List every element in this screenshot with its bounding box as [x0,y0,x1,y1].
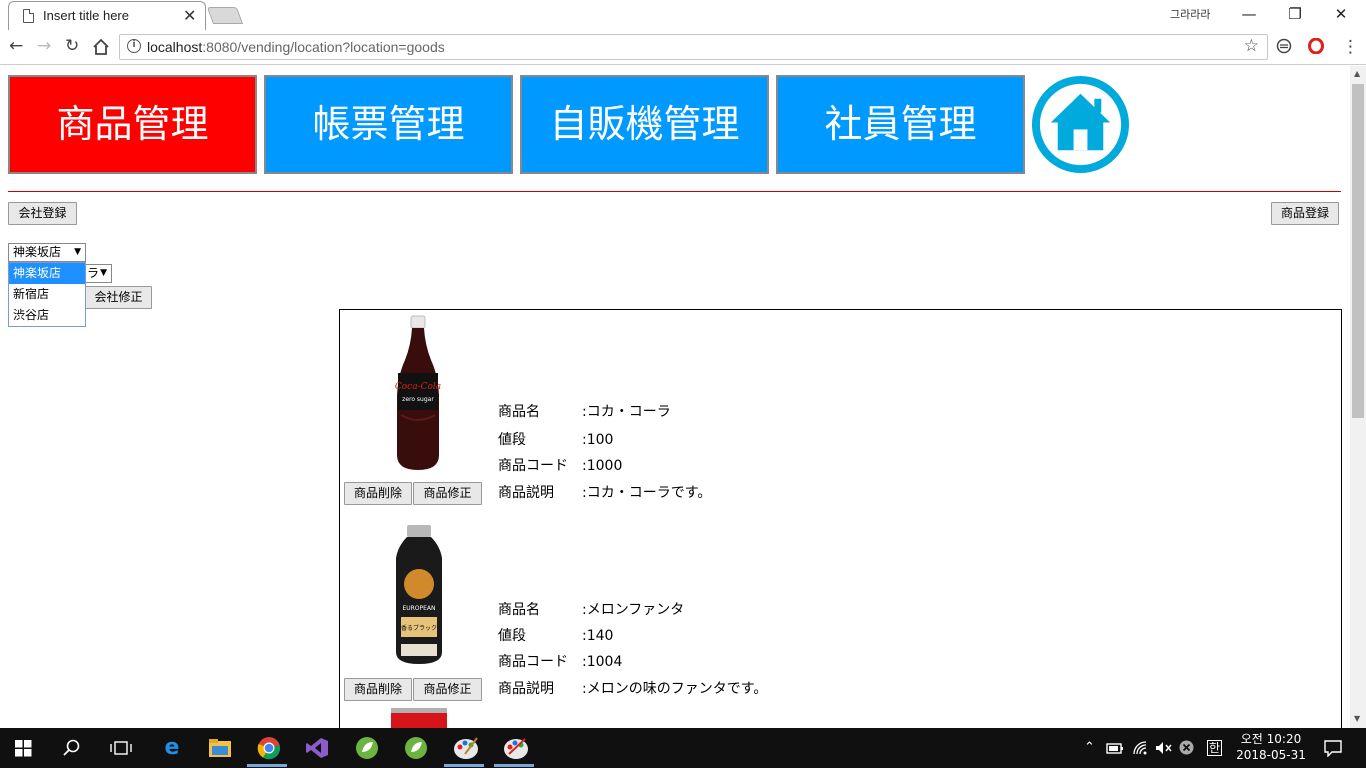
goods-image [391,708,447,728]
svg-text:Coca-Cola: Coca-Cola [395,382,441,392]
goods-delete-button[interactable]: 商品削除 [344,482,412,505]
home-button-icon[interactable] [1031,75,1130,174]
scrollbar-thumb[interactable] [1352,84,1364,418]
goods-price-row: 値段:100 [498,432,614,448]
battery-icon[interactable] [1106,741,1124,755]
store-select[interactable]: 神楽坂店 ▼ [8,243,86,262]
svg-text:香るブラック: 香るブラック [401,624,437,632]
new-tab-button[interactable] [206,7,244,24]
goods-code-row: 商品コード:1004 [498,654,623,670]
goods-list: Coca-Cola zero sugar 商品削除 商品修正 商品名:コカ・コー… [339,309,1342,728]
ime-indicator[interactable]: 한 [1207,740,1223,756]
goods-edit-button[interactable]: 商品修正 [413,482,482,505]
goods-name-row: 商品名:コカ・コーラ [498,404,671,420]
goods-image: EUROPEAN 香るブラック [396,525,442,664]
nav-report-management[interactable]: 帳票管理 [264,75,513,174]
browser-titlebar: Insert title here ✕ 그라라라 — ❐ ✕ [0,0,1366,30]
page-icon [23,9,34,23]
bookmark-star-icon[interactable]: ☆ [1244,36,1259,56]
spring-tool-icon-2[interactable] [404,736,428,760]
chrome-icon[interactable] [257,736,281,760]
svg-text:EUROPEAN: EUROPEAN [402,605,435,612]
company-edit-button[interactable]: 会社修正 [85,286,152,309]
running-app-indicator [444,764,484,767]
goods-image: Coca-Cola zero sugar [395,315,441,470]
back-icon[interactable]: ← [9,36,23,56]
chevron-down-icon: ▼ [100,268,107,278]
store-dropdown-list[interactable]: 神楽坂店 新宿店 渋谷店 [8,262,86,327]
nav-goods-management[interactable]: 商品管理 [8,75,257,174]
scroll-up-icon[interactable]: ▲ [1354,69,1360,78]
goods-name-row: 商品名:メロンファンタ [498,602,685,618]
wifi-icon[interactable] [1132,740,1150,756]
paint-icon[interactable] [453,736,479,760]
task-view-icon[interactable] [110,740,132,756]
header-divider [8,191,1341,192]
store-option[interactable]: 渋谷店 [9,305,85,326]
sync-icon[interactable] [1276,38,1292,54]
nav-employee-management[interactable]: 社員管理 [776,75,1025,174]
paint-icon-2[interactable] [503,736,529,760]
clock[interactable]: 오전 10:20 2018-05-31 [1236,731,1306,763]
blocked-icon[interactable] [1179,740,1194,755]
store-option[interactable]: 神楽坂店 [9,263,85,284]
home-icon[interactable] [92,38,110,56]
notification-icon[interactable] [1324,740,1342,757]
page-scrollbar[interactable]: ▲ ▼ [1350,66,1366,728]
goods-price-row: 値段:140 [498,628,614,644]
tab-close-icon[interactable]: ✕ [183,6,196,25]
chevron-down-icon: ▼ [74,247,81,257]
tray-chevron-up-icon[interactable]: ⌃ [1084,740,1095,755]
minimize-icon[interactable]: — [1226,2,1272,28]
svg-text:zero sugar: zero sugar [402,396,434,403]
close-window-icon[interactable]: ✕ [1318,2,1364,28]
goods-edit-button[interactable]: 商品修正 [413,678,482,701]
running-app-indicator [494,764,534,767]
taskbar: e ⌃ 한 오전 10:20 2018-05-31 [0,728,1366,768]
visual-studio-icon[interactable] [305,737,329,759]
restore-icon[interactable]: ❐ [1272,2,1318,28]
edge-icon[interactable]: e [160,736,184,760]
windows-start-icon[interactable] [15,740,32,757]
company-register-button[interactable]: 会社登録 [8,202,77,225]
reload-icon[interactable]: ↻ [65,36,79,56]
spring-tool-icon[interactable] [355,736,379,760]
forward-icon[interactable]: → [37,36,51,56]
opera-icon[interactable] [1308,38,1324,54]
search-icon[interactable] [63,739,81,757]
page-content: 商品管理 帳票管理 自販機管理 社員管理 会社登録 商品登録 神楽坂店 ▼ ラ ▼ … [0,66,1350,728]
goods-register-button[interactable]: 商品登録 [1271,202,1339,225]
profile-label[interactable]: 그라라라 [1170,6,1210,22]
active-app-indicator [247,764,287,767]
nav-vending-machine-management[interactable]: 自販機管理 [520,75,769,174]
tab-title: Insert title here [43,8,129,23]
menu-icon[interactable]: ⋮ [1342,37,1359,57]
goods-code-row: 商品コード:1000 [498,458,623,474]
address-bar[interactable]: i localhost:8080/vending/location?locati… [119,34,1268,60]
scroll-down-icon[interactable]: ▼ [1354,714,1360,723]
store-option[interactable]: 新宿店 [9,284,85,305]
file-explorer-icon[interactable] [208,738,232,758]
info-icon[interactable]: i [127,39,141,53]
goods-desc-row: 商品説明:メロンの味のファンタです。 [498,681,768,697]
browser-tab[interactable]: Insert title here ✕ [8,1,206,30]
goods-delete-button[interactable]: 商品削除 [344,678,412,701]
goods-desc-row: 商品説明:コカ・コーラです。 [498,485,712,501]
url-text[interactable]: localhost:8080/vending/location?location… [147,39,445,55]
volume-muted-icon[interactable] [1155,740,1173,756]
